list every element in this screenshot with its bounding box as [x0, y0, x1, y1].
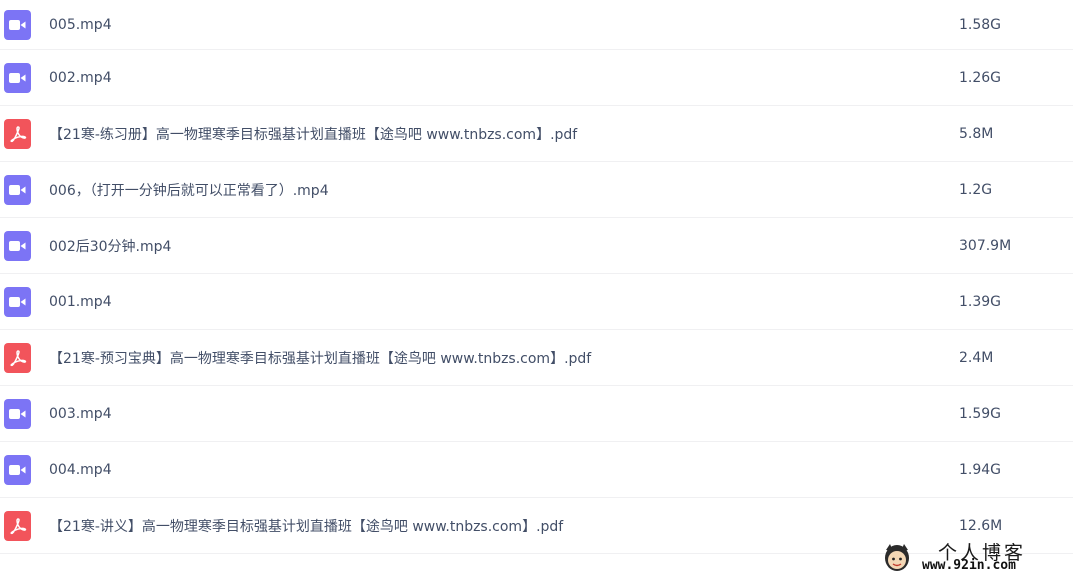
file-size: 1.59G [959, 405, 1002, 422]
file-row-8[interactable]: 003.mp4 1.59G [0, 386, 1073, 442]
file-size: 1.94G [959, 461, 1002, 478]
mascot-logo-icon [880, 540, 914, 574]
file-name[interactable]: 004.mp4 [49, 462, 112, 478]
video-file-icon [4, 398, 31, 429]
file-name[interactable]: 001.mp4 [49, 294, 112, 310]
file-size: 1.58G [959, 16, 1002, 33]
file-name[interactable]: 【21寒-讲义】高一物理寒季目标强基计划直播班【途鸟吧 www.tnbzs.co… [49, 516, 563, 536]
file-size: 5.8M [959, 125, 994, 142]
video-file-icon [4, 286, 31, 317]
file-list: 005.mp4 1.58G 002.mp4 1.26G 【21寒-练习册】高一物… [0, 0, 1073, 554]
file-name[interactable]: 003.mp4 [49, 406, 112, 422]
file-row-5[interactable]: 002后30分钟.mp4 307.9M [0, 218, 1073, 274]
file-name[interactable]: 002.mp4 [49, 70, 112, 86]
file-name[interactable]: 006，（打开一分钟后就可以正常看了）.mp4 [49, 180, 329, 200]
pdf-file-icon [4, 510, 31, 541]
file-size: 1.2G [959, 181, 993, 198]
blog-watermark: 个人博客 www.92in.com [878, 538, 1064, 576]
file-row-2[interactable]: 002.mp4 1.26G [0, 50, 1073, 106]
video-file-icon [4, 174, 31, 205]
file-size: 1.26G [959, 69, 1002, 86]
video-file-icon [4, 454, 31, 485]
file-size: 307.9M [959, 237, 1012, 254]
pdf-file-icon [4, 118, 31, 149]
watermark-url: www.92in.com [922, 558, 1016, 573]
file-row-7[interactable]: 【21寒-预习宝典】高一物理寒季目标强基计划直播班【途鸟吧 www.tnbzs.… [0, 330, 1073, 386]
file-row-4[interactable]: 006，（打开一分钟后就可以正常看了）.mp4 1.2G [0, 162, 1073, 218]
file-name[interactable]: 002后30分钟.mp4 [49, 236, 171, 256]
file-name[interactable]: 005.mp4 [49, 17, 112, 33]
file-size: 2.4M [959, 349, 994, 366]
file-size: 12.6M [959, 517, 1003, 534]
video-file-icon [4, 230, 31, 261]
file-row-1[interactable]: 005.mp4 1.58G [0, 0, 1073, 50]
video-file-icon [4, 62, 31, 93]
pdf-file-icon [4, 342, 31, 373]
file-name[interactable]: 【21寒-练习册】高一物理寒季目标强基计划直播班【途鸟吧 www.tnbzs.c… [49, 124, 577, 144]
video-file-icon [4, 9, 31, 40]
file-row-9[interactable]: 004.mp4 1.94G [0, 442, 1073, 498]
file-name[interactable]: 【21寒-预习宝典】高一物理寒季目标强基计划直播班【途鸟吧 www.tnbzs.… [49, 348, 591, 368]
file-row-3[interactable]: 【21寒-练习册】高一物理寒季目标强基计划直播班【途鸟吧 www.tnbzs.c… [0, 106, 1073, 162]
file-size: 1.39G [959, 293, 1002, 310]
file-row-6[interactable]: 001.mp4 1.39G [0, 274, 1073, 330]
